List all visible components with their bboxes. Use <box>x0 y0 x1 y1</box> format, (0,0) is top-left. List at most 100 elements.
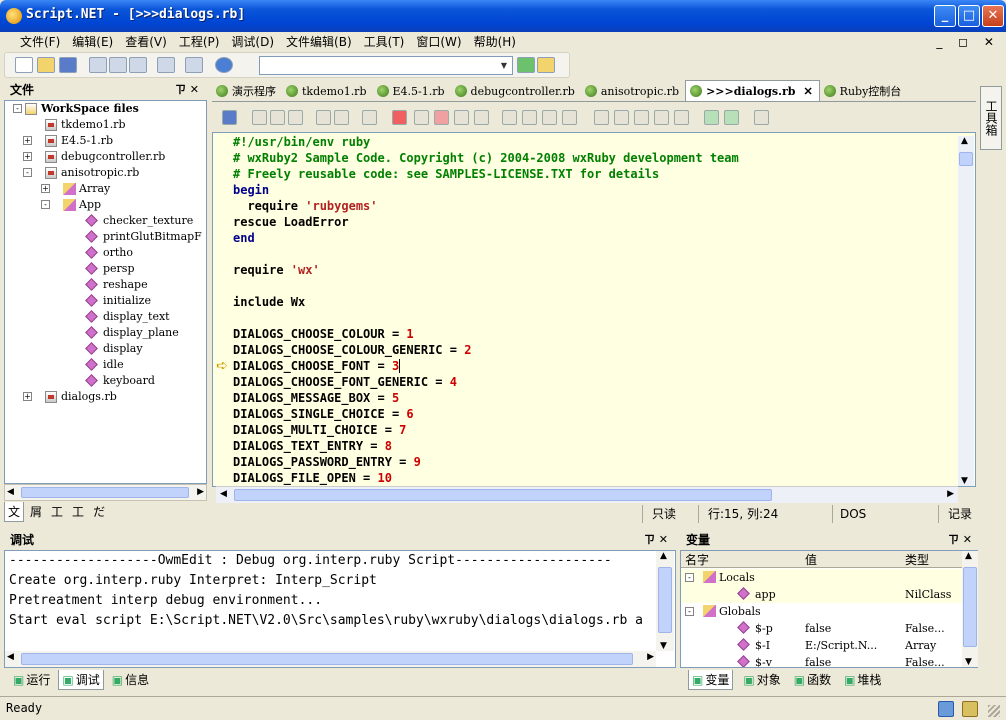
scroll-left-icon[interactable]: ◀ <box>7 652 14 662</box>
editor-gutter[interactable] <box>213 133 231 486</box>
minimize-button[interactable]: _ <box>934 5 956 27</box>
copy-icon[interactable] <box>270 110 285 125</box>
tree-node[interactable]: reshape <box>5 277 205 293</box>
scroll-thumb[interactable] <box>21 487 189 498</box>
scroll-down-icon[interactable]: ▼ <box>961 476 968 486</box>
run-icon[interactable] <box>414 110 429 125</box>
close-tab-icon[interactable]: ✕ <box>803 85 812 98</box>
tree-node[interactable]: display <box>5 341 205 357</box>
left-panel-tab[interactable]: 屑 <box>27 502 45 522</box>
scroll-thumb[interactable] <box>21 653 633 665</box>
code-line[interactable] <box>233 246 739 262</box>
left-panel-tab[interactable]: 工 <box>69 502 87 522</box>
mdi-window-controls[interactable]: _ ◻ ✕ <box>936 32 1000 52</box>
uncomment-icon[interactable] <box>724 110 739 125</box>
document-tab[interactable]: >>>dialogs.rb ✕ <box>685 80 820 101</box>
column-value[interactable]: 值 <box>805 552 817 568</box>
scroll-right-icon[interactable]: ▶ <box>647 652 654 662</box>
scroll-right-icon[interactable]: ▶ <box>197 487 204 497</box>
output-tab[interactable]: ▣ 信息 <box>109 670 152 690</box>
variable-row[interactable]: $-p false False... <box>681 620 963 637</box>
scroll-down-icon[interactable]: ▼ <box>660 641 667 651</box>
chevron-down-icon[interactable]: ▼ <box>496 57 512 74</box>
document-tab[interactable]: E4.5-1.rb <box>373 81 451 101</box>
left-panel-tab[interactable]: だ <box>90 502 108 522</box>
menu-file-edit[interactable]: 文件编辑(B) <box>280 32 358 52</box>
debug-vertical-scrollbar[interactable]: ▲ ▼ <box>656 551 674 651</box>
window5-icon[interactable] <box>674 110 689 125</box>
column-type[interactable]: 类型 <box>905 552 929 568</box>
collapse-icon[interactable]: - <box>685 607 694 616</box>
toolbar-combo[interactable]: ▼ <box>259 56 513 75</box>
column-name[interactable]: 名字 <box>685 552 709 568</box>
file-tree[interactable]: - WorkSpace files tkdemo1.rb + E4.5-1.rb + deb… <box>4 100 207 484</box>
scroll-thumb[interactable] <box>234 489 772 501</box>
code-lines[interactable]: #!/usr/bin/env ruby # wxRuby2 Sample Code… <box>233 134 739 486</box>
variables-table[interactable]: 名字 值 类型 - Locals app NilClass - Globals $-p fal… <box>680 550 978 668</box>
tree-node[interactable]: display_text <box>5 309 205 325</box>
close-button[interactable]: ✕ <box>982 5 1004 27</box>
variable-row[interactable]: $-v false False... <box>681 654 963 667</box>
tree-node[interactable]: printGlutBitmapF <box>5 229 205 245</box>
menu-view[interactable]: 查看(V) <box>119 32 173 52</box>
scroll-right-icon[interactable]: ▶ <box>947 489 954 499</box>
debug-info-tab[interactable]: ▣ 对象 <box>740 670 783 690</box>
save-icon[interactable] <box>59 57 77 73</box>
debug-horizontal-scrollbar[interactable]: ◀ ▶ <box>5 651 656 667</box>
document-tab[interactable]: anisotropic.rb <box>581 81 685 101</box>
maximize-button[interactable]: □ <box>958 5 980 27</box>
tree-node[interactable]: ortho <box>5 245 205 261</box>
variable-row[interactable]: app NilClass <box>681 586 963 603</box>
print-icon[interactable] <box>157 57 175 73</box>
tree-node[interactable]: checker_texture <box>5 213 205 229</box>
code-line[interactable]: DIALOGS_MULTI_CHOICE = 7 <box>233 422 739 438</box>
code-editor[interactable]: ➪ #!/usr/bin/env ruby # wxRuby2 Sample Co… <box>212 132 976 487</box>
window4-icon[interactable] <box>654 110 669 125</box>
paste-icon[interactable] <box>129 57 147 73</box>
tree-node[interactable]: + E4.5-1.rb <box>5 133 205 149</box>
new-item-icon[interactable] <box>537 57 555 73</box>
open-folder-icon[interactable] <box>37 57 55 73</box>
code-line[interactable]: DIALOGS_CHOOSE_FONT = 3 <box>233 358 739 374</box>
find-icon[interactable] <box>362 110 377 125</box>
variables-vertical-scrollbar[interactable]: ▲ ▼ <box>962 551 978 667</box>
document-tab[interactable]: Ruby控制台 <box>820 81 908 101</box>
menu-project[interactable]: 工程(P) <box>173 32 226 52</box>
scroll-thumb[interactable] <box>963 567 977 647</box>
debug-info-tab[interactable]: ▣ 变量 <box>688 670 734 690</box>
code-line[interactable]: #!/usr/bin/env ruby <box>233 134 739 150</box>
code-line[interactable]: # Freely reusable code: see SAMPLES-LICE… <box>233 166 739 182</box>
hand-icon[interactable] <box>474 110 489 125</box>
tree-node[interactable]: idle <box>5 357 205 373</box>
help-icon[interactable] <box>754 110 769 125</box>
window3-icon[interactable] <box>634 110 649 125</box>
variable-row[interactable]: - Globals <box>681 603 963 620</box>
debug-panel-pin-close[interactable]: ㄗ ✕ <box>644 530 668 550</box>
expand-icon[interactable]: + <box>23 392 32 401</box>
cut-icon[interactable] <box>252 110 267 125</box>
refresh-icon[interactable] <box>517 57 535 73</box>
editor-vertical-scrollbar[interactable]: ▲ ▼ <box>958 136 974 486</box>
copy-icon[interactable] <box>109 57 127 73</box>
step-out-icon[interactable] <box>542 110 557 125</box>
scroll-left-icon[interactable]: ◀ <box>220 489 227 499</box>
tree-node[interactable]: - App <box>5 197 205 213</box>
debug-info-tab[interactable]: ▣ 堆栈 <box>841 670 884 690</box>
left-panel-tab[interactable]: 文 <box>4 502 25 522</box>
run-to-cursor-icon[interactable] <box>562 110 577 125</box>
step-into-icon[interactable] <box>502 110 517 125</box>
menu-edit[interactable]: 编辑(E) <box>66 32 119 52</box>
scroll-up-icon[interactable]: ▲ <box>660 551 667 561</box>
code-line[interactable]: require 'wx' <box>233 262 739 278</box>
paste-icon[interactable] <box>288 110 303 125</box>
code-line[interactable]: DIALOGS_CHOOSE_COLOUR = 1 <box>233 326 739 342</box>
code-line[interactable]: DIALOGS_CHOOSE_FONT_GENERIC = 4 <box>233 374 739 390</box>
window1-icon[interactable] <box>594 110 609 125</box>
tree-node[interactable]: + Array <box>5 181 205 197</box>
menu-tools[interactable]: 工具(T) <box>358 32 411 52</box>
comment-icon[interactable] <box>704 110 719 125</box>
code-line[interactable]: rescue LoadError <box>233 214 739 230</box>
undo-icon[interactable] <box>316 110 331 125</box>
variables-panel-pin-close[interactable]: ㄗ ✕ <box>948 530 972 550</box>
scroll-thumb[interactable] <box>658 567 672 633</box>
